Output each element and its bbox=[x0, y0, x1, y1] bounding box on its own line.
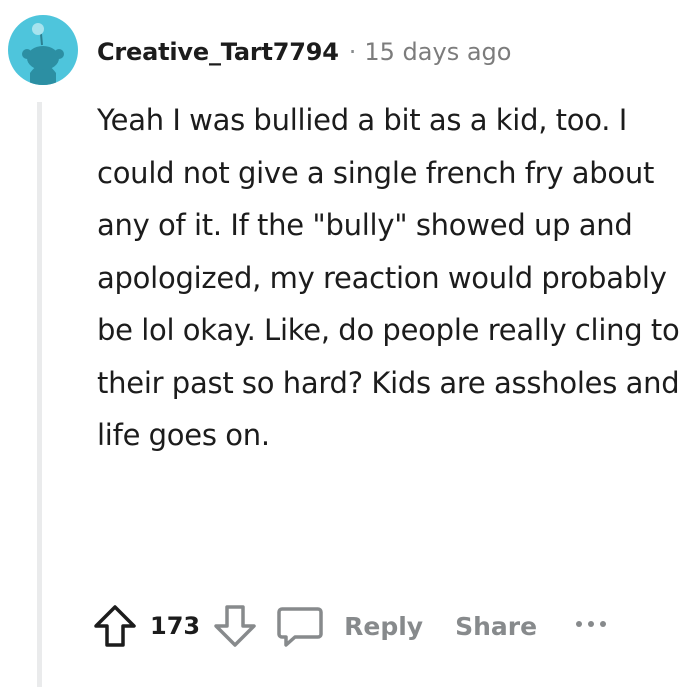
speech-bubble-icon bbox=[277, 607, 323, 647]
comment-body: Yeah I was bullied a bit as a kid, too. … bbox=[97, 103, 680, 452]
reply-button[interactable]: Reply bbox=[344, 612, 423, 641]
share-button[interactable]: Share bbox=[455, 612, 537, 641]
arrow-up-icon bbox=[94, 605, 136, 647]
comment-meta: Creative_Tart7794 · 15 days ago bbox=[97, 32, 511, 72]
upvote-button[interactable] bbox=[92, 603, 138, 649]
downvote-button[interactable] bbox=[212, 603, 258, 649]
arrow-down-icon bbox=[214, 605, 256, 647]
snoo-avatar-icon bbox=[22, 23, 64, 85]
avatar[interactable] bbox=[8, 15, 78, 85]
comment-button[interactable] bbox=[276, 603, 324, 649]
ellipsis-icon bbox=[576, 621, 607, 627]
more-options-button[interactable] bbox=[573, 616, 613, 636]
username-link[interactable]: Creative_Tart7794 bbox=[97, 38, 339, 66]
timestamp[interactable]: 15 days ago bbox=[364, 38, 511, 66]
meta-separator: · bbox=[348, 38, 357, 66]
thread-line[interactable] bbox=[37, 102, 42, 687]
comment-actions: 173 Reply Share bbox=[92, 598, 613, 654]
vote-count: 173 bbox=[150, 612, 201, 640]
